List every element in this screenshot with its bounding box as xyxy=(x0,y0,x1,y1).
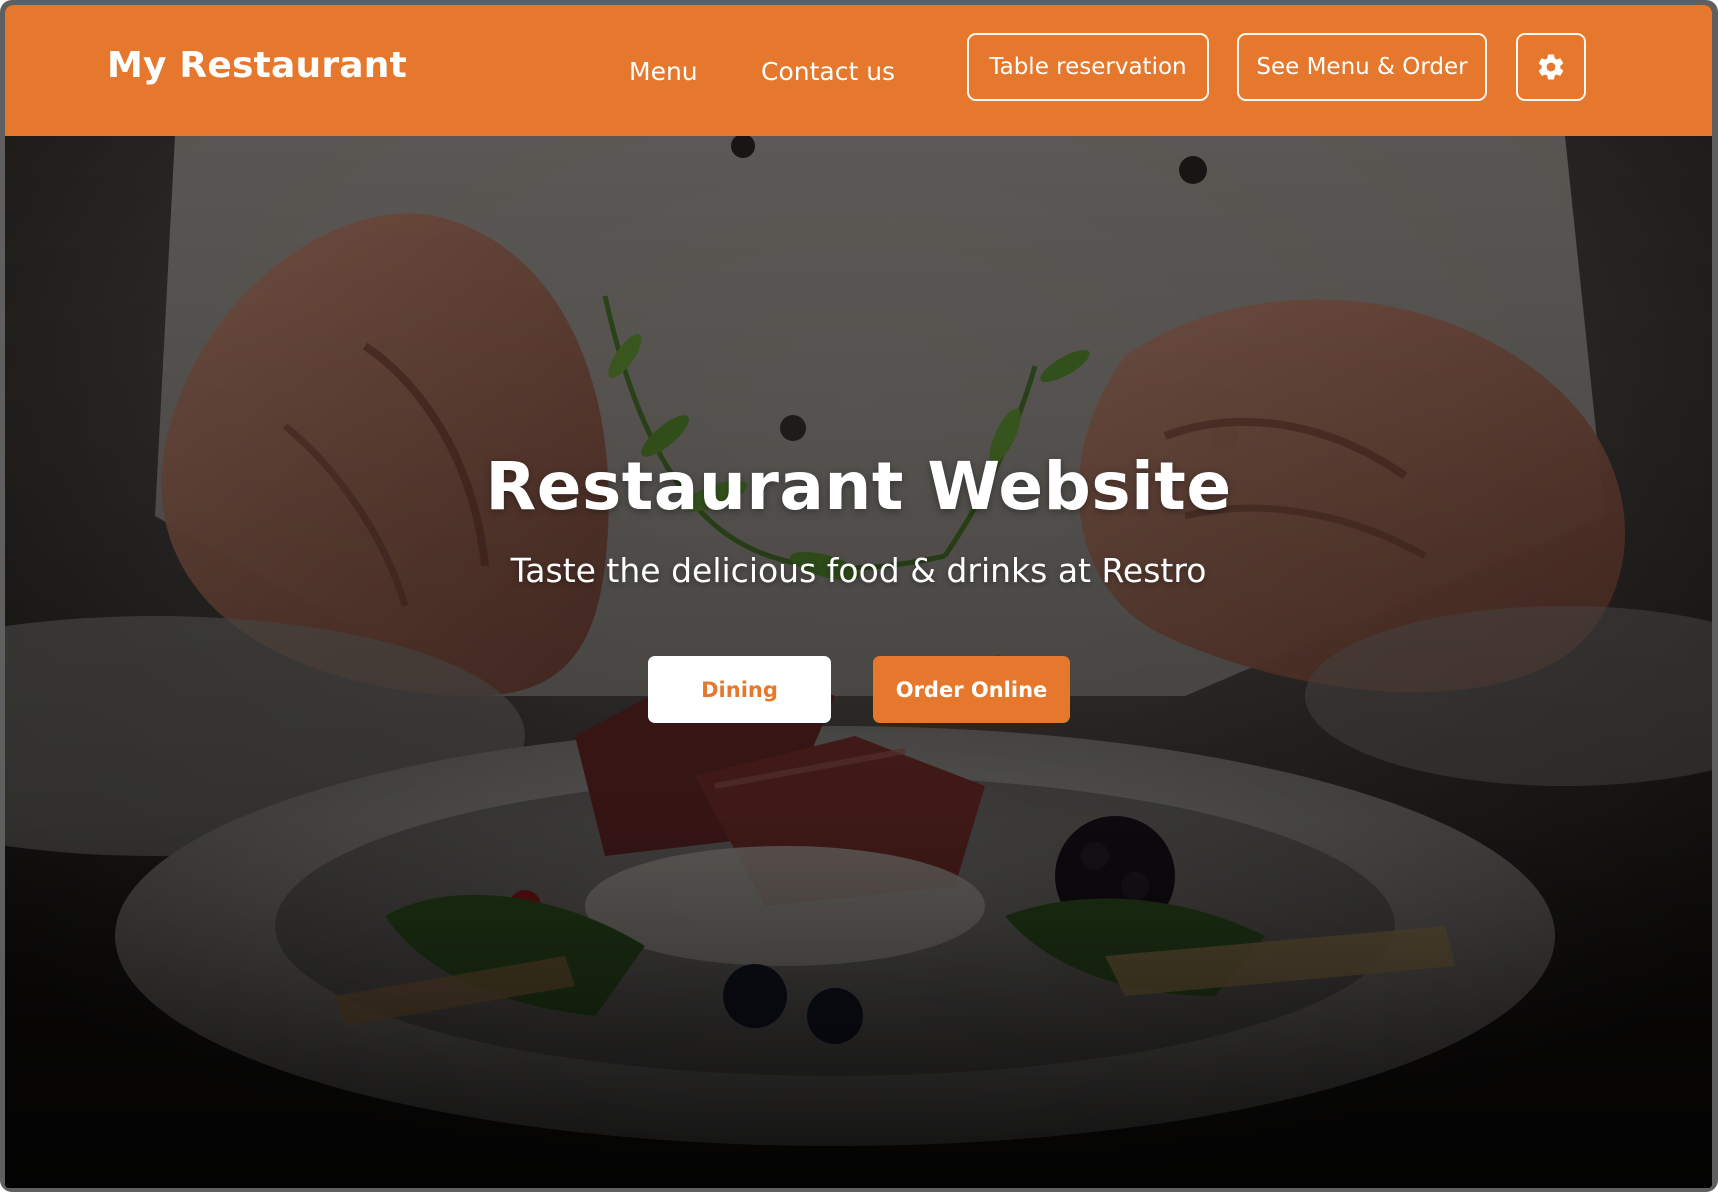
nav-link-menu[interactable]: Menu xyxy=(629,57,698,86)
hero-section: Restaurant Website Taste the delicious f… xyxy=(5,136,1712,1188)
see-menu-order-button[interactable]: See Menu & Order xyxy=(1237,33,1487,101)
dining-button[interactable]: Dining xyxy=(648,656,831,723)
page-window: My Restaurant Menu Contact us Table rese… xyxy=(5,5,1712,1188)
hero-title: Restaurant Website xyxy=(485,448,1232,525)
hero-subtitle: Taste the delicious food & drinks at Res… xyxy=(510,551,1207,590)
top-navbar: My Restaurant Menu Contact us Table rese… xyxy=(5,5,1712,136)
order-online-button[interactable]: Order Online xyxy=(873,656,1070,723)
settings-button[interactable] xyxy=(1516,33,1586,101)
brand-logo[interactable]: My Restaurant xyxy=(107,45,407,86)
nav-link-contact[interactable]: Contact us xyxy=(761,57,895,86)
browser-frame: My Restaurant Menu Contact us Table rese… xyxy=(0,0,1718,1192)
gear-icon xyxy=(1536,52,1566,82)
table-reservation-button[interactable]: Table reservation xyxy=(967,33,1209,101)
hero-background-image xyxy=(5,136,1712,1188)
